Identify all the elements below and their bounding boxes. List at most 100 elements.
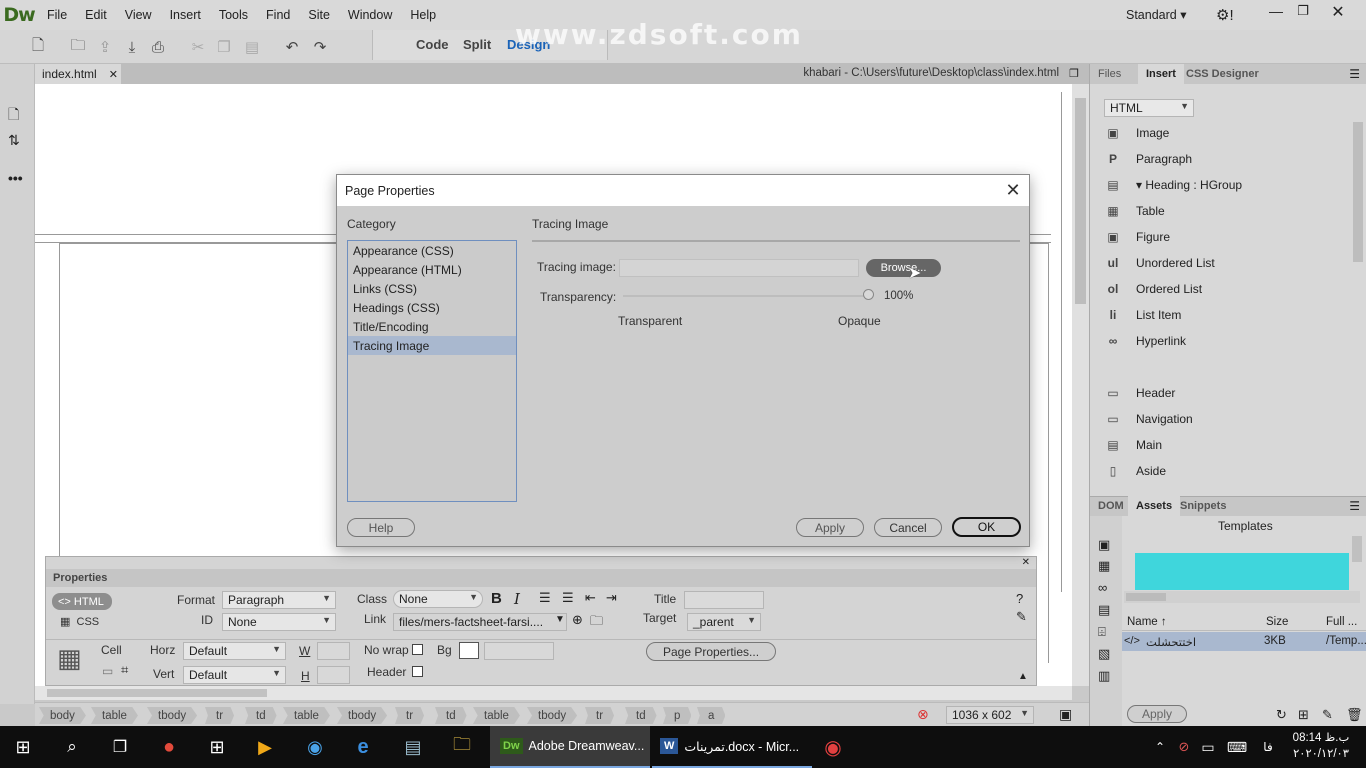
insert-aside[interactable]: ▯ Aside (1090, 458, 1350, 484)
insert-scroll-thumb[interactable] (1353, 122, 1363, 262)
urls-asset-icon[interactable]: ∞ (1098, 580, 1107, 595)
edit-template-icon[interactable]: ✎ (1322, 707, 1333, 723)
transparency-slider-thumb[interactable] (863, 289, 874, 300)
header-checkbox[interactable] (412, 666, 423, 677)
insert-paragraph[interactable]: P Paragraph (1090, 146, 1350, 172)
horz-select[interactable]: Default ▼ (183, 642, 286, 660)
menu-insert[interactable]: Insert (161, 8, 210, 22)
lower-panel-menu-icon[interactable]: ☰ (1349, 499, 1360, 513)
insert-unordered-list[interactable]: ul Unordered List (1090, 250, 1350, 276)
format-select[interactable]: Paragraph ▼ (222, 591, 336, 609)
tag-table[interactable]: table (473, 707, 520, 724)
tag-tr[interactable]: tr (395, 707, 425, 724)
clock[interactable]: 08:14 ب.ظ ۲۰۲۰/۱۲/۰۳ (1286, 730, 1356, 764)
id-select[interactable]: None ▼ (222, 613, 336, 631)
category-tracing-image[interactable]: Tracing Image (348, 336, 516, 355)
redo-icon[interactable]: ↷ (310, 37, 330, 57)
upload-icon[interactable]: ⇪ (95, 37, 115, 57)
col-full[interactable]: Full ... (1326, 616, 1357, 628)
height-input[interactable] (317, 666, 350, 684)
colors-asset-icon[interactable]: ▦ (1098, 558, 1110, 574)
scroll-thumb[interactable] (1075, 98, 1086, 304)
language-indicator[interactable]: فا (1258, 726, 1278, 768)
collapse-icon[interactable]: ▲ (1018, 671, 1028, 682)
css-mode-button[interactable]: ▦ CSS (60, 615, 99, 628)
insert-image[interactable]: ▣ Image (1090, 120, 1350, 146)
insert-main[interactable]: ▤ Main (1090, 432, 1350, 458)
close-window-icon[interactable]: ✕ (1328, 2, 1348, 22)
insert-table[interactable]: ▦ Table (1090, 198, 1350, 224)
open-folder-icon[interactable]: 🗀 (68, 37, 88, 57)
split-cell-icon[interactable]: ⌗ (121, 662, 128, 678)
tag-td[interactable]: td (245, 707, 277, 724)
tag-p[interactable]: p (663, 707, 692, 724)
bold-icon[interactable]: B (491, 590, 502, 607)
assets-h-scroll[interactable] (1124, 591, 1360, 603)
ok-button[interactable]: OK (952, 517, 1021, 537)
transparency-slider-track[interactable] (623, 295, 869, 297)
dialog-close-icon[interactable]: ✕ (1003, 180, 1023, 200)
insert-figure[interactable]: ▣ Figure (1090, 224, 1350, 250)
italic-icon[interactable]: I (514, 590, 520, 608)
menu-edit[interactable]: Edit (76, 8, 116, 22)
insert-list-item[interactable]: li List Item (1090, 302, 1350, 328)
store-icon[interactable]: ⊞ (195, 726, 239, 768)
network-status-icon[interactable]: ⊘ (1174, 726, 1194, 768)
recorder-icon[interactable]: ◉ (813, 726, 853, 768)
target-select[interactable]: _parent ▼ (687, 613, 761, 631)
unordered-list-icon[interactable]: ☰ (539, 590, 551, 606)
word-task[interactable]: W تمرینات.docx - Micr... (652, 726, 812, 768)
tag-table[interactable]: table (91, 707, 138, 724)
insert-category-select[interactable]: HTML ▼ (1104, 99, 1194, 117)
link-input[interactable]: files/mers-factsheet-farsi.... (393, 613, 567, 631)
file-explorer-icon[interactable]: 🗀 (440, 726, 484, 768)
indent-icon[interactable]: ⇥ (606, 590, 617, 606)
menu-tools[interactable]: Tools (210, 8, 257, 22)
minimize-icon[interactable]: — (1266, 3, 1286, 19)
window-size-select[interactable]: 1036 x 602 ▼ (946, 706, 1034, 724)
menu-help[interactable]: Help (401, 8, 445, 22)
canvas-vertical-scrollbar[interactable] (1072, 84, 1089, 686)
category-title-encoding[interactable]: Title/Encoding (348, 317, 516, 336)
chrome-icon[interactable]: ● (147, 726, 191, 768)
menu-site[interactable]: Site (299, 8, 339, 22)
help-button[interactable]: Help (347, 518, 415, 537)
menu-view[interactable]: View (116, 8, 161, 22)
media-player-icon[interactable]: ▶ (243, 726, 287, 768)
keyboard-icon[interactable]: ⌨ (1224, 726, 1250, 768)
insert-heading[interactable]: ▤ ▾ Heading : HGroup (1090, 172, 1350, 198)
tab-css-designer[interactable]: CSS Designer (1178, 64, 1267, 84)
print-icon[interactable]: ⎙ (148, 37, 168, 57)
category-appearance-html[interactable]: Appearance (HTML) (348, 260, 516, 279)
task-view-icon[interactable]: ❐ (98, 726, 142, 768)
edit-rule-icon[interactable]: ✎ (1016, 609, 1027, 625)
download-icon[interactable]: ⤓ (122, 37, 142, 57)
doc-tab-index[interactable]: index.html ✕ (35, 64, 121, 84)
assets-apply-button[interactable]: Apply (1127, 705, 1187, 723)
windows-start-icon[interactable]: ⊞ (0, 726, 46, 768)
nowrap-checkbox[interactable] (412, 644, 423, 655)
title-input[interactable] (684, 591, 764, 609)
search-icon[interactable]: ⌕ (50, 726, 94, 768)
tag-table[interactable]: table (283, 707, 330, 724)
tag-tr[interactable]: tr (205, 707, 235, 724)
code-view-button[interactable]: Code (416, 37, 449, 52)
copy-icon[interactable]: ❐ (214, 37, 234, 57)
help-icon[interactable]: ? (1016, 591, 1023, 606)
insert-hyperlink[interactable]: ∞ Hyperlink (1090, 328, 1350, 354)
tag-tbody[interactable]: tbody (527, 707, 578, 724)
refresh-icon[interactable]: ↻ (1276, 707, 1287, 723)
undo-icon[interactable]: ↶ (282, 37, 302, 57)
browse-folder-icon[interactable]: 🗀 (590, 612, 603, 634)
error-icon[interactable]: ⊗ (917, 706, 929, 723)
images-asset-icon[interactable]: ▣ (1098, 537, 1110, 553)
new-file-icon[interactable]: 🗋 (28, 37, 48, 57)
settings-gear-icon[interactable]: ⚙! (1216, 6, 1234, 24)
width-input[interactable] (317, 642, 350, 660)
split-view-button[interactable]: Split (463, 37, 491, 52)
network-app-icon[interactable]: ▤ (391, 726, 435, 768)
templates-asset-icon[interactable]: ▧ (1098, 646, 1110, 662)
scripts-asset-icon[interactable]: ⌹ (1098, 624, 1106, 640)
category-appearance-css[interactable]: Appearance (CSS) (348, 241, 516, 260)
file-icon[interactable]: 🗋 (8, 104, 19, 128)
